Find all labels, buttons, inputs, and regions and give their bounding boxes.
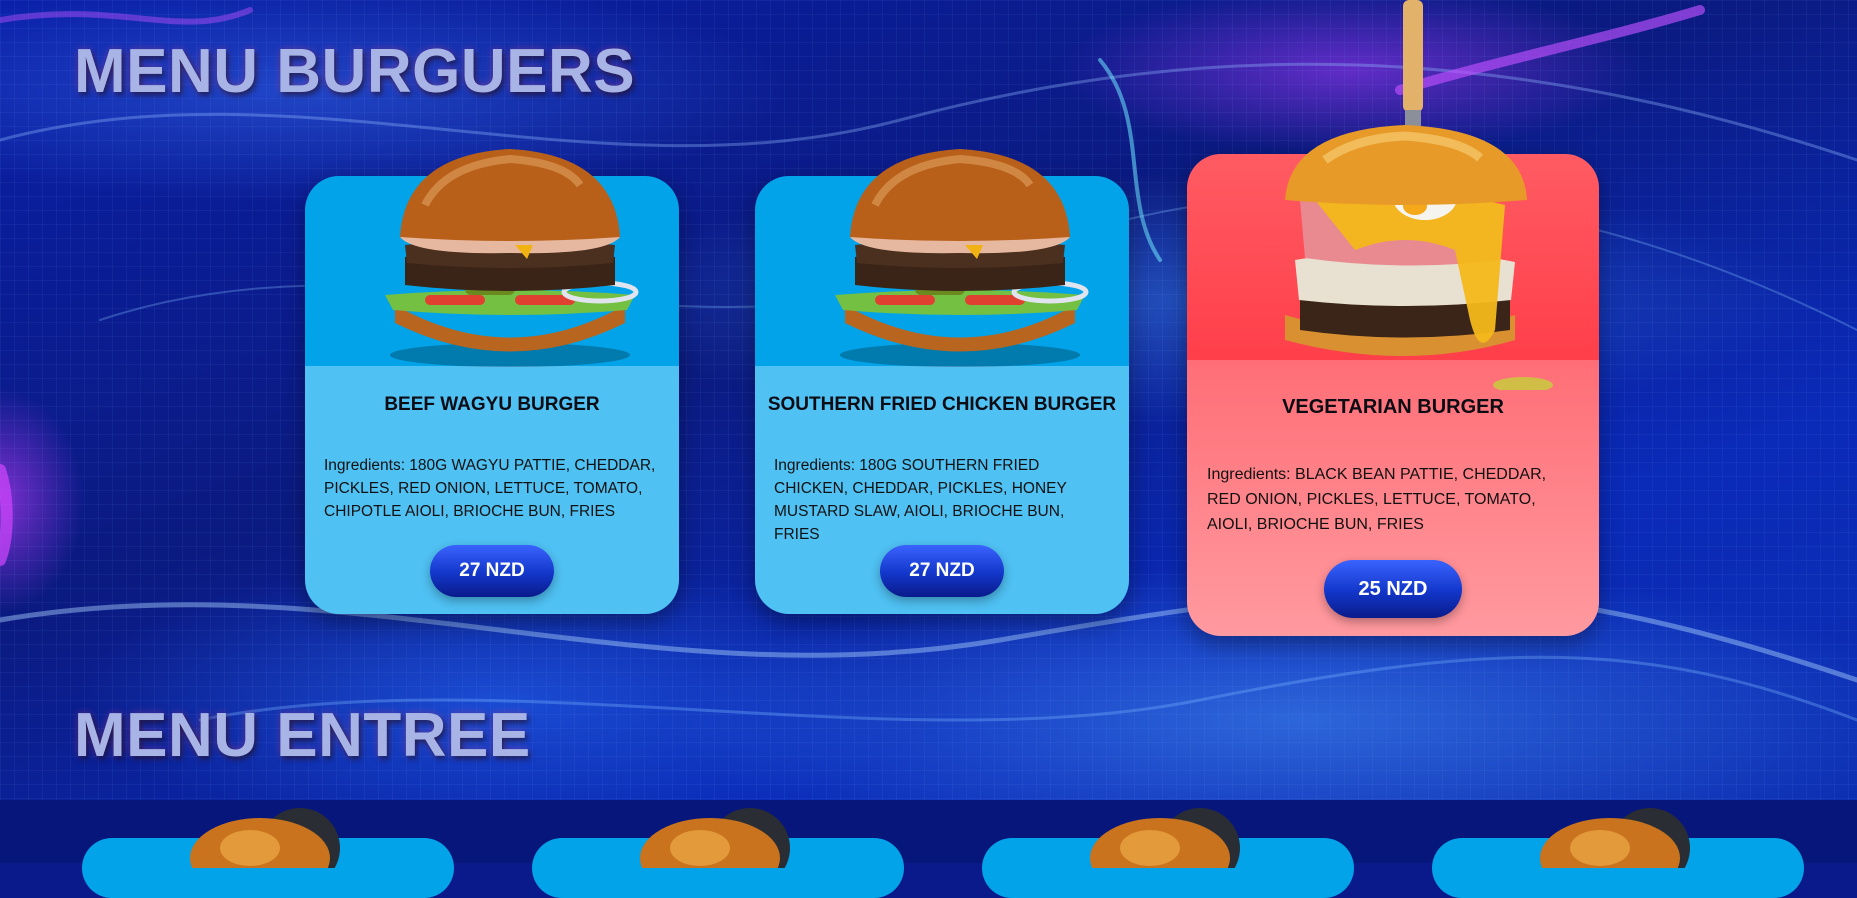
entree-dish-image bbox=[640, 808, 790, 868]
price-button[interactable]: 27 NZD bbox=[430, 545, 554, 597]
entree-dish-image bbox=[1090, 808, 1240, 868]
burgers-section-title: MENU BURGUERS bbox=[74, 37, 636, 106]
price-button[interactable]: 27 NZD bbox=[880, 545, 1004, 597]
burger-name: BEEF WAGYU BURGER bbox=[384, 394, 600, 415]
entree-dish-image bbox=[190, 808, 340, 868]
price-button[interactable]: 25 NZD bbox=[1324, 560, 1462, 618]
vegetarian-burger-image bbox=[1285, 0, 1553, 390]
burger-name: VEGETARIAN BURGER bbox=[1282, 396, 1504, 418]
burger-ingredients: Ingredients: BLACK BEAN PATTIE, CHEDDAR,… bbox=[1207, 466, 1547, 533]
beef-burger-image bbox=[385, 149, 639, 367]
burger-ingredients: Ingredients: 180G SOUTHERN FRIED CHICKEN… bbox=[774, 457, 1067, 543]
burger-name: SOUTHERN FRIED CHICKEN BURGER bbox=[767, 394, 1117, 415]
chicken-burger-image bbox=[835, 149, 1089, 367]
burger-ingredients: Ingredients: 180G WAGYU PATTIE, CHEDDAR,… bbox=[324, 457, 656, 520]
entree-section-title: MENU ENTREE bbox=[74, 701, 531, 770]
entree-dish-image bbox=[1540, 808, 1690, 868]
